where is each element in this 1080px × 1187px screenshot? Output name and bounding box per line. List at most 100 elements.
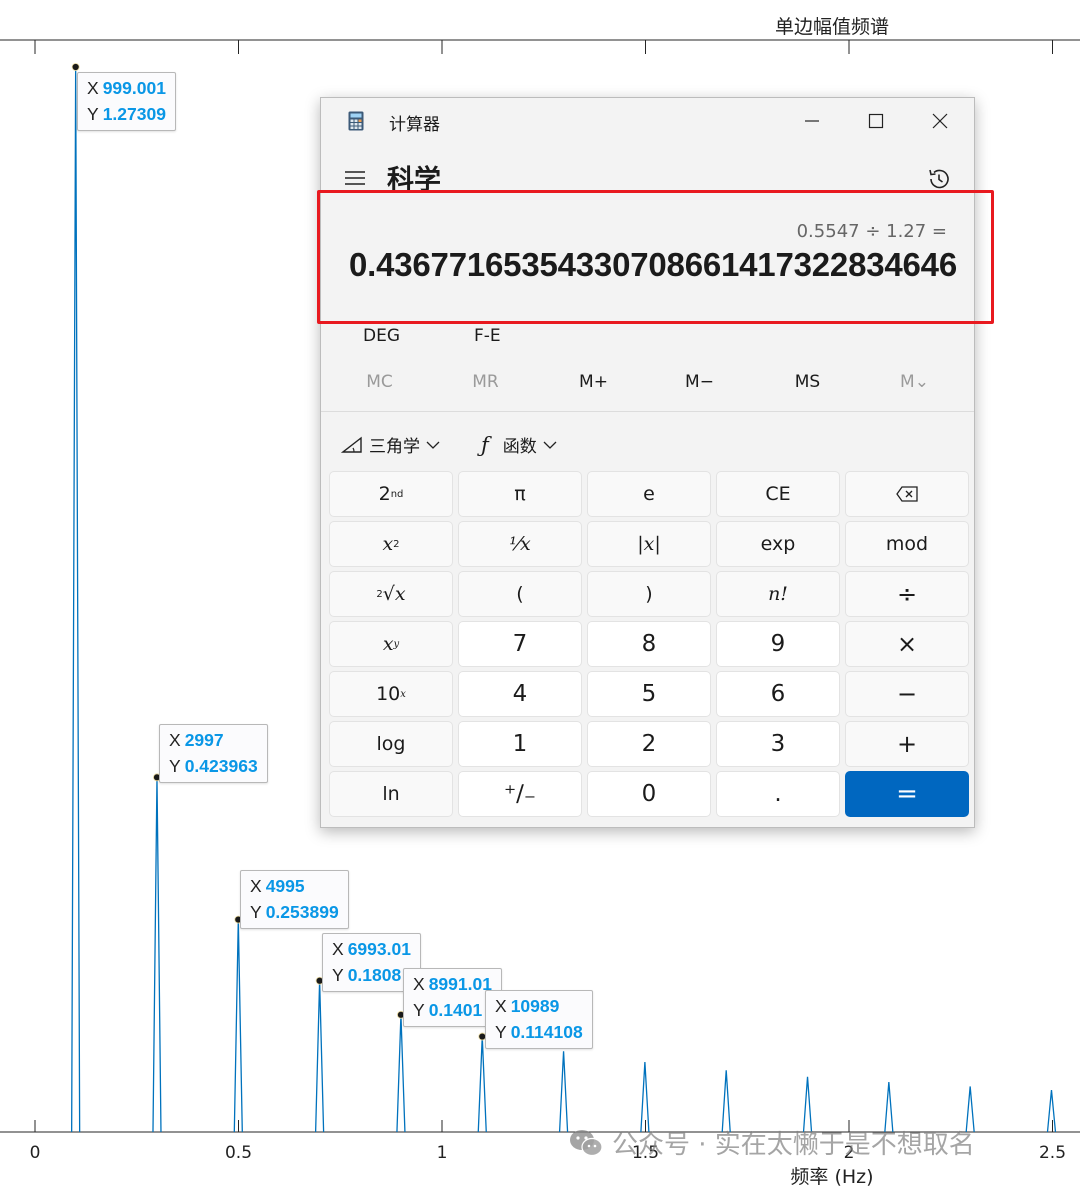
multiply-button[interactable]: × (845, 621, 969, 667)
log-button[interactable]: log (329, 721, 453, 767)
datatip-x-label: X (87, 78, 99, 98)
mc-button[interactable]: MC (326, 372, 433, 392)
divide-button[interactable]: ÷ (845, 571, 969, 617)
datatip-x-value: 2997 (184, 730, 224, 750)
key-sup: nd (390, 488, 404, 500)
key-label: 3 (770, 731, 786, 757)
ln-button[interactable]: ln (329, 771, 453, 817)
spectrum-peak (71, 66, 81, 1133)
ten-power-button[interactable]: 10 x (329, 671, 453, 717)
clear-entry-button[interactable]: CE (716, 471, 840, 517)
datatip-y-value: 0.114108 (510, 1022, 583, 1042)
mr-button[interactable]: MR (432, 372, 539, 392)
result-highlight-box (317, 190, 994, 324)
add-button[interactable]: + (845, 721, 969, 767)
datatip-x-label: X (250, 876, 262, 896)
digit-5-button[interactable]: 5 (587, 671, 711, 717)
triangle-ruler-icon (341, 436, 362, 453)
hamburger-menu-icon[interactable] (343, 166, 367, 190)
angle-mode-button[interactable]: DEG (363, 326, 400, 346)
second-function-button[interactable]: 2nd (329, 471, 453, 517)
e-button[interactable]: e (587, 471, 711, 517)
function-row: 三角学 ƒ 函数 (321, 424, 974, 464)
key-label: + (896, 730, 918, 758)
chevron-down-icon (426, 441, 440, 449)
datatip-y-value: 1.27309 (102, 104, 166, 124)
square-button[interactable]: x2 (329, 521, 453, 567)
m-plus-button[interactable]: M+ (540, 372, 647, 392)
pi-button[interactable]: π (458, 471, 582, 517)
key-label: ÷ (896, 580, 918, 608)
power-button[interactable]: xy (329, 621, 453, 667)
title-bar[interactable]: 计算器 (321, 98, 974, 144)
datatip-y-value: 0.253899 (265, 902, 339, 922)
digit-2-button[interactable]: 2 (587, 721, 711, 767)
exp-button[interactable]: exp (716, 521, 840, 567)
key-label: π (514, 483, 526, 505)
square-root-button[interactable]: 2 √x (329, 571, 453, 617)
fe-button[interactable]: F-E (474, 326, 501, 346)
close-button[interactable] (910, 104, 970, 138)
digit-0-button[interactable]: 0 (587, 771, 711, 817)
memory-list-button[interactable]: M⌄ (861, 372, 968, 392)
calculator-app-icon (348, 111, 364, 131)
memory-row: MC MR M+ M− MS M⌄ (321, 364, 974, 404)
mod-button[interactable]: mod (845, 521, 969, 567)
subtract-button[interactable]: − (845, 671, 969, 717)
key-label: 1 (512, 731, 528, 757)
key-label: ⁺∕₋ (503, 781, 537, 807)
close-paren-button[interactable]: ) (587, 571, 711, 617)
factorial-button[interactable]: n! (716, 571, 840, 617)
key-label: ) (645, 583, 653, 605)
key-label: ( (516, 583, 524, 605)
close-icon (932, 113, 948, 129)
negate-button[interactable]: ⁺∕₋ (458, 771, 582, 817)
m-minus-button[interactable]: M− (646, 372, 753, 392)
function-dropdown[interactable]: ƒ 函数 (481, 432, 557, 457)
reciprocal-button[interactable]: ⅟x (458, 521, 582, 567)
datatip-marker[interactable] (71, 63, 80, 71)
key-label: √x (382, 583, 406, 605)
decimal-button[interactable]: . (716, 771, 840, 817)
divider (321, 411, 974, 412)
digit-1-button[interactable]: 1 (458, 721, 582, 767)
digit-3-button[interactable]: 3 (716, 721, 840, 767)
digit-9-button[interactable]: 9 (716, 621, 840, 667)
open-paren-button[interactable]: ( (458, 571, 582, 617)
spectrum-peak (233, 919, 243, 1133)
key-label: 8 (641, 631, 657, 657)
equals-button[interactable]: = (845, 771, 969, 817)
key-label: . (774, 781, 782, 807)
key-label: 9 (770, 631, 786, 657)
ms-button[interactable]: MS (754, 372, 861, 392)
minimize-button[interactable] (782, 104, 842, 138)
key-label: CE (765, 483, 791, 505)
datatip-6[interactable]: X 10989 Y 0.114108 (485, 990, 593, 1049)
datatip-2[interactable]: X 2997 Y 0.423963 (159, 724, 268, 783)
digit-8-button[interactable]: 8 (587, 621, 711, 667)
datatip-x-label: X (332, 939, 344, 959)
trig-dropdown[interactable]: 三角学 (341, 432, 440, 457)
datatip-1[interactable]: X 999.001 Y 1.27309 (77, 72, 176, 131)
digit-6-button[interactable]: 6 (716, 671, 840, 717)
digit-4-button[interactable]: 4 (458, 671, 582, 717)
datatip-3[interactable]: X 4995 Y 0.253899 (240, 870, 349, 929)
maximize-button[interactable] (846, 104, 906, 138)
spectrum-peak (640, 1062, 650, 1133)
backspace-button[interactable] (845, 471, 969, 517)
spectrum-peak (1046, 1090, 1057, 1133)
digit-7-button[interactable]: 7 (458, 621, 582, 667)
spectrum-peak (721, 1070, 731, 1133)
datatip-y-label: Y (495, 1022, 507, 1042)
key-label: e (643, 483, 655, 505)
x-tick-label: 0 (30, 1143, 41, 1163)
datatip-y-label: Y (332, 965, 344, 985)
key-sup: x (400, 688, 406, 700)
key-label: 5 (641, 681, 657, 707)
datatip-x-value: 6993.01 (347, 939, 411, 959)
absolute-value-button[interactable]: |x| (587, 521, 711, 567)
wechat-icon (570, 1129, 603, 1156)
key-label: 10 (376, 683, 401, 705)
history-icon[interactable] (926, 166, 952, 192)
key-label: = (896, 779, 918, 809)
